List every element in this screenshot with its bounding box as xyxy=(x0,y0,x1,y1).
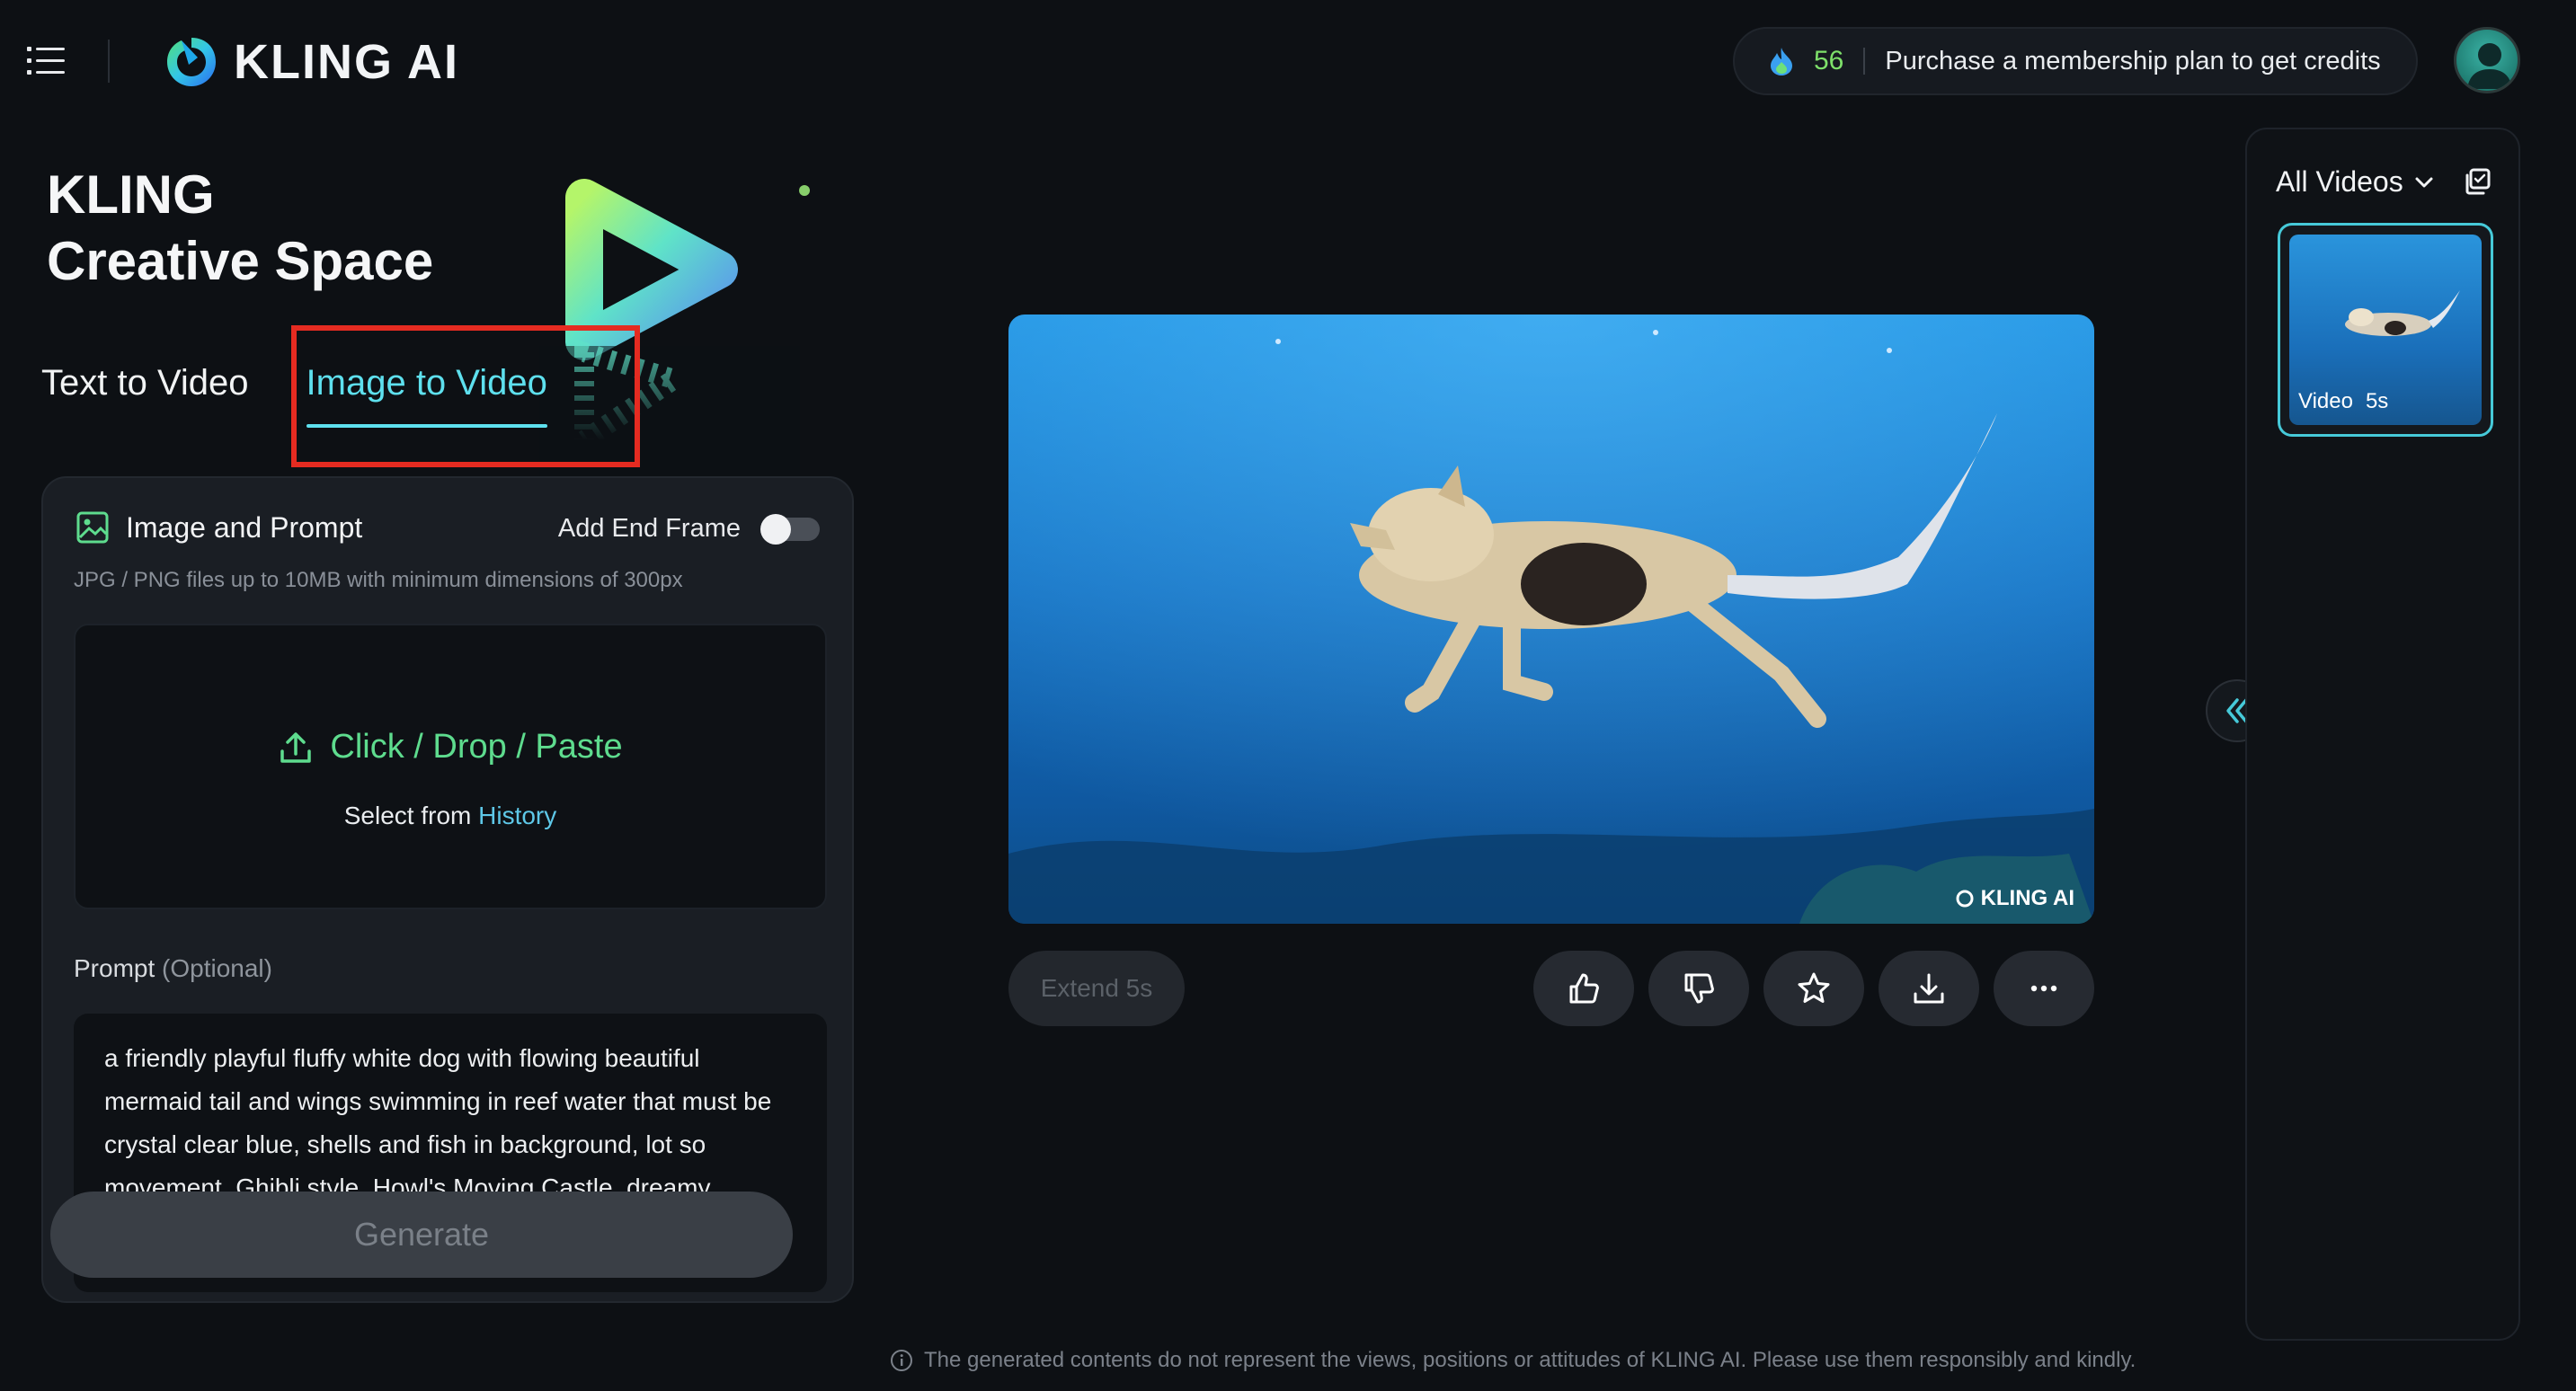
menu-icon[interactable] xyxy=(27,43,67,79)
watermark-logo-icon xyxy=(1956,890,1974,908)
page-title: KLING Creative Space xyxy=(47,162,433,295)
disclaimer: The generated contents do not represent … xyxy=(890,1348,2136,1373)
extend-button[interactable]: Extend 5s xyxy=(1008,951,1185,1026)
thumbnail-image: Video 5s xyxy=(2289,235,2482,425)
history-link[interactable]: History xyxy=(478,802,556,829)
pill-divider xyxy=(1863,48,1866,75)
end-frame-control: Add End Frame xyxy=(557,513,820,545)
upload-icon xyxy=(280,731,312,763)
user-icon xyxy=(2467,43,2512,89)
chevron-down-icon xyxy=(2415,177,2433,187)
info-icon xyxy=(891,1350,912,1371)
panel-header: Image and Prompt xyxy=(76,510,362,545)
video-frame-image xyxy=(1008,315,2094,924)
end-frame-toggle[interactable] xyxy=(760,513,820,545)
download-icon xyxy=(1914,973,1944,1004)
thumbs-down-icon xyxy=(1684,973,1714,1004)
multi-select-button[interactable] xyxy=(2463,167,2492,200)
video-history-panel: All Videos Video 5s xyxy=(2245,128,2520,1341)
like-button[interactable] xyxy=(1533,951,1634,1026)
logo[interactable]: KLING AI xyxy=(162,31,459,93)
favorite-button[interactable] xyxy=(1763,951,1864,1026)
logo-text: KLING AI xyxy=(234,35,459,89)
video-watermark: KLING AI xyxy=(1954,886,2074,911)
download-button[interactable] xyxy=(1879,951,1979,1026)
image-dropzone[interactable]: Click / Drop / Paste Select from History xyxy=(74,624,827,909)
select-from-text: Select from xyxy=(343,802,472,829)
image-prompt-panel: Image and Prompt Add End Frame JPG / PNG… xyxy=(41,476,854,1303)
select-from-row: Select from History xyxy=(76,802,825,830)
video-preview[interactable]: KLING AI xyxy=(1008,315,2094,924)
credits-pill[interactable]: 56 Purchase a membership plan to get cre… xyxy=(1733,27,2418,95)
page-title-line2: Creative Space xyxy=(47,231,434,291)
watermark-text: KLING AI xyxy=(1980,886,2074,910)
more-button[interactable] xyxy=(1994,951,2094,1026)
panel-title: Image and Prompt xyxy=(126,510,363,544)
upload-hint: JPG / PNG files up to 10MB with minimum … xyxy=(74,568,683,592)
end-frame-label: Add End Frame xyxy=(557,514,741,543)
dislike-button[interactable] xyxy=(1648,951,1749,1026)
prompt-optional-text: (Optional) xyxy=(162,954,272,982)
more-icon xyxy=(2030,985,2057,992)
purchase-membership-link[interactable]: Purchase a membership plan to get credit… xyxy=(1885,47,2380,76)
all-videos-dropdown[interactable]: All Videos xyxy=(2276,165,2436,199)
thumbnail-label: Video 5s xyxy=(2298,389,2388,414)
highlight-box xyxy=(291,325,640,467)
video-thumbnail[interactable]: Video 5s xyxy=(2278,223,2493,437)
star-icon xyxy=(1798,972,1830,1003)
credit-count: 56 xyxy=(1814,46,1844,75)
prompt-label-text: Prompt xyxy=(74,954,155,982)
thumbnail-type: Video xyxy=(2298,389,2353,413)
page-title-line1: KLING xyxy=(47,164,215,225)
avatar[interactable] xyxy=(2454,27,2520,93)
generate-button[interactable]: Generate xyxy=(50,1192,793,1278)
all-videos-label: All Videos xyxy=(2276,165,2403,198)
prompt-label: Prompt (Optional) xyxy=(74,954,272,983)
kling-logo-icon xyxy=(167,38,216,86)
top-bar: KLING AI 56 Purchase a membership plan t… xyxy=(0,0,2576,126)
thumbs-up-icon xyxy=(1569,973,1599,1004)
tab-text-to-video[interactable]: Text to Video xyxy=(41,359,249,440)
credit-flame-icon xyxy=(1771,48,1792,75)
image-icon xyxy=(76,511,109,544)
disclaimer-text: The generated contents do not represent … xyxy=(924,1348,2136,1372)
copy-icon xyxy=(2465,168,2491,195)
prompt-value: a friendly playful fluffy white dog with… xyxy=(104,1044,772,1201)
header-divider xyxy=(108,40,110,83)
thumbnail-duration: 5s xyxy=(2365,389,2389,413)
dropzone-main: Click / Drop / Paste xyxy=(76,728,825,766)
dropzone-text: Click / Drop / Paste xyxy=(330,728,623,766)
